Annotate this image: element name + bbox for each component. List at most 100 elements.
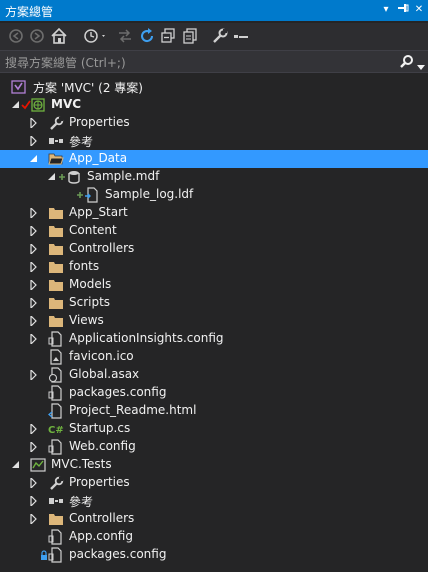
tree-item-content[interactable]: Content	[0, 222, 428, 240]
history-icon[interactable]	[82, 26, 105, 46]
collapsed-arrow-icon[interactable]	[29, 442, 39, 452]
collapse-all-icon[interactable]	[158, 26, 178, 46]
tree-item-label: Web.config	[69, 439, 136, 453]
html-file-icon	[48, 403, 64, 419]
collapsed-arrow-icon[interactable]	[29, 334, 39, 344]
search-input[interactable]: 搜尋方案總管 (Ctrl+;)	[5, 54, 126, 71]
tree-item-label: Startup.cs	[69, 421, 131, 435]
collapsed-arrow-icon[interactable]	[29, 262, 39, 272]
web-project-icon	[30, 97, 46, 113]
tree-item-web-config[interactable]: Web.config	[0, 438, 428, 456]
tree-item-label: Views	[69, 313, 104, 327]
collapsed-arrow-icon[interactable]	[29, 370, 39, 380]
collapsed-arrow-icon[interactable]	[29, 226, 39, 236]
tree-item-sample-log-ldf[interactable]: Sample_log.ldf	[0, 186, 428, 204]
collapsed-arrow-icon[interactable]	[29, 478, 39, 488]
references-icon	[48, 133, 64, 149]
tree-item-favicon[interactable]: favicon.ico	[0, 348, 428, 366]
database-icon	[66, 169, 82, 185]
tree-item-global-asax[interactable]: Global.asax	[0, 366, 428, 384]
tree-item-label: Properties	[69, 115, 130, 129]
tree-item-views[interactable]: Views	[0, 312, 428, 330]
tree-item-fonts[interactable]: fonts	[0, 258, 428, 276]
tree-item-label: packages.config	[69, 547, 167, 561]
tree-item-label: App.config	[69, 529, 133, 543]
config-file-icon	[48, 547, 64, 563]
panel-title: 方案總管	[5, 5, 54, 19]
tree-item-properties[interactable]: Properties	[0, 114, 428, 132]
tree-item-scripts[interactable]: Scripts	[0, 294, 428, 312]
visual-studio-solution-icon	[11, 79, 27, 95]
preview-icon[interactable]	[231, 26, 251, 46]
tree-item-project-readme[interactable]: Project_Readme.html	[0, 402, 428, 420]
panel-titlebar: 方案總管 ▾ ✕	[0, 0, 428, 21]
tree-item-label: Controllers	[69, 511, 135, 525]
toolbar	[0, 23, 428, 50]
tree-item-label: ApplicationInsights.config	[69, 331, 224, 345]
tree-item-controllers[interactable]: Controllers	[0, 240, 428, 258]
close-icon[interactable]: ✕	[412, 2, 426, 18]
expanded-arrow-icon[interactable]	[47, 172, 57, 182]
folder-icon	[48, 259, 64, 275]
search-options-dropdown-icon[interactable]	[417, 59, 425, 73]
tree-item-packages-config[interactable]: packages.config	[0, 384, 428, 402]
folder-icon	[48, 313, 64, 329]
collapsed-arrow-icon[interactable]	[29, 316, 39, 326]
collapsed-arrow-icon[interactable]	[29, 118, 39, 128]
sync-icon[interactable]	[115, 26, 135, 46]
collapsed-arrow-icon[interactable]	[29, 424, 39, 434]
tree-item-tests-references[interactable]: 參考	[0, 492, 428, 510]
expanded-arrow-icon[interactable]	[29, 154, 39, 164]
tree-item-app-config[interactable]: App.config	[0, 528, 428, 546]
tree-item-label: 參考	[69, 135, 94, 149]
tree-item-tests-packages-config[interactable]: packages.config	[0, 546, 428, 564]
tree-item-label: favicon.ico	[69, 349, 134, 363]
search-box[interactable]: 搜尋方案總管 (Ctrl+;)	[0, 50, 428, 73]
back-icon[interactable]	[6, 26, 26, 46]
config-file-icon	[48, 331, 64, 347]
folder-icon	[48, 511, 64, 527]
tree-item-label: Sample.mdf	[87, 169, 160, 183]
tree-item-applicationinsights-config[interactable]: ApplicationInsights.config	[0, 330, 428, 348]
tree-item-mvc-tests-project[interactable]: MVC.Tests	[0, 456, 428, 474]
tree-item-app-data[interactable]: App_Data	[0, 150, 428, 168]
config-file-icon	[48, 385, 64, 401]
forward-icon[interactable]	[27, 26, 47, 46]
collapsed-arrow-icon[interactable]	[29, 136, 39, 146]
tree-item-models[interactable]: Models	[0, 276, 428, 294]
tree-item-label: Global.asax	[69, 367, 140, 381]
collapsed-arrow-icon[interactable]	[29, 496, 39, 506]
search-icon[interactable]	[400, 54, 414, 71]
home-icon[interactable]	[49, 26, 69, 46]
tree-item-app-start[interactable]: App_Start	[0, 204, 428, 222]
show-all-files-icon[interactable]	[180, 26, 200, 46]
collapsed-arrow-icon[interactable]	[29, 514, 39, 524]
tree-item-references[interactable]: 參考	[0, 132, 428, 150]
solution-node[interactable]: 方案 'MVC' (2 專案)	[0, 78, 428, 96]
tree-item-tests-controllers[interactable]: Controllers	[0, 510, 428, 528]
tree-item-label: fonts	[69, 259, 100, 273]
csharp-file-icon: C#	[48, 421, 64, 437]
tree-item-mvc-project[interactable]: MVC	[0, 96, 428, 114]
collapsed-arrow-icon[interactable]	[29, 280, 39, 290]
collapsed-arrow-icon[interactable]	[29, 244, 39, 254]
config-file-icon	[48, 439, 64, 455]
tree-item-label: 參考	[69, 495, 94, 509]
image-file-icon	[48, 349, 64, 365]
window-position-dropdown-icon[interactable]: ▾	[379, 2, 393, 18]
folder-icon	[48, 277, 64, 293]
expanded-arrow-icon[interactable]	[11, 460, 21, 470]
auto-hide-pin-icon[interactable]	[396, 2, 410, 18]
collapsed-arrow-icon[interactable]	[29, 298, 39, 308]
tree-item-tests-properties[interactable]: Properties	[0, 474, 428, 492]
expanded-arrow-icon[interactable]	[11, 100, 21, 110]
tree-item-sample-mdf[interactable]: Sample.mdf	[0, 168, 428, 186]
tree-item-startup-cs[interactable]: C# Startup.cs	[0, 420, 428, 438]
refresh-icon[interactable]	[137, 26, 157, 46]
solution-label: 方案 'MVC' (2 專案)	[33, 81, 143, 95]
properties-wrench-icon[interactable]	[210, 26, 230, 46]
tree-item-label: Properties	[69, 475, 130, 489]
folder-icon	[48, 205, 64, 221]
collapsed-arrow-icon[interactable]	[29, 208, 39, 218]
references-icon	[48, 493, 64, 509]
